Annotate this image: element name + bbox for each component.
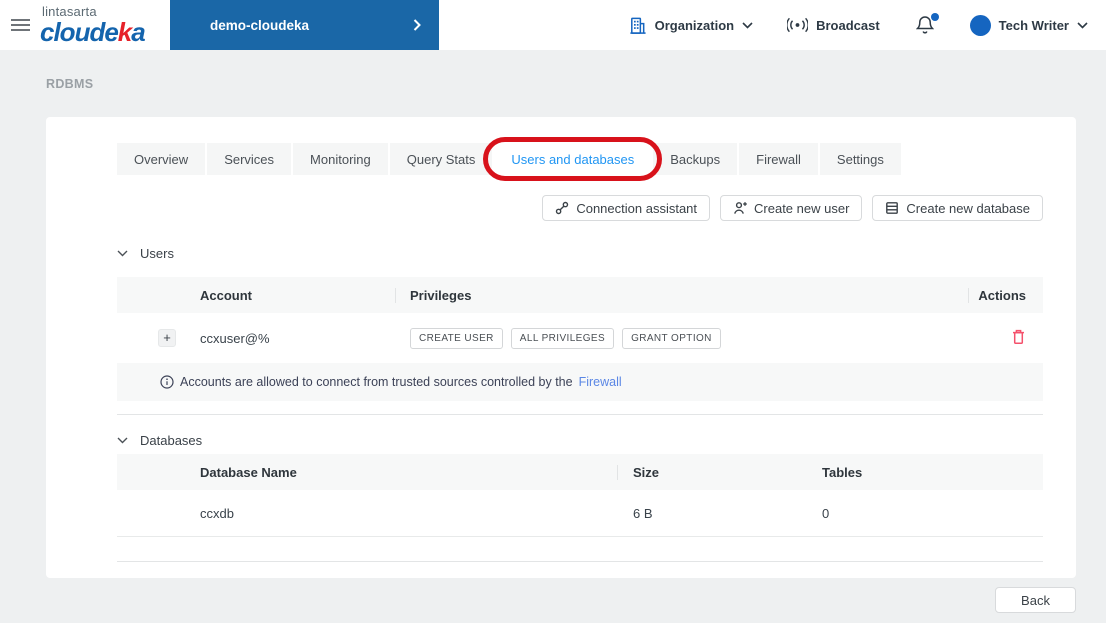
back-button[interactable]: Back: [995, 587, 1076, 613]
organization-icon: [630, 17, 646, 34]
broadcast-button[interactable]: Broadcast: [787, 17, 880, 33]
privilege-chip: GRANT OPTION: [622, 327, 721, 349]
users-section-title: Users: [140, 245, 174, 261]
user-plus-icon: [734, 202, 747, 214]
tab-users-and-databases[interactable]: Users and databases: [494, 143, 652, 175]
rdbms-page: lintasarta cloudeka demo-cloudeka Organi…: [0, 0, 1106, 623]
column-size: Size: [617, 465, 810, 480]
chevron-down-icon: [742, 21, 753, 29]
firewall-note: Accounts are allowed to connect from tru…: [117, 363, 1043, 401]
databases-table-header: Database Name Size Tables: [117, 454, 1043, 490]
notifications-button[interactable]: [914, 13, 939, 36]
connection-assistant-button[interactable]: Connection assistant: [542, 195, 711, 221]
tab-users-and-databases-wrap: Users and databases: [483, 137, 663, 181]
expand-row-button[interactable]: +: [158, 329, 176, 347]
privilege-chip: ALL PRIVILEGES: [510, 327, 615, 349]
users-section-toggle[interactable]: Users: [117, 245, 1043, 261]
hamburger-icon: [10, 19, 30, 31]
tab-monitoring[interactable]: Monitoring: [293, 143, 388, 175]
tab-services[interactable]: Services: [207, 143, 292, 175]
database-row: ccxdb 6 B 0: [117, 490, 1043, 537]
trash-icon: [1013, 329, 1024, 344]
tab-bar: Overview Services Monitoring Query Stats…: [117, 137, 1043, 181]
brand-logo[interactable]: lintasarta cloudeka: [40, 0, 170, 50]
broadcast-icon: [787, 17, 809, 33]
top-bar-right: Organization Broadcast Tech Writer: [439, 0, 1106, 50]
tab-overview[interactable]: Overview: [117, 143, 206, 175]
chevron-right-icon: [413, 19, 421, 31]
database-size-value: 6 B: [633, 505, 653, 521]
privilege-chip: CREATE USER: [410, 327, 503, 349]
tab-settings[interactable]: Settings: [819, 143, 901, 175]
organization-label: Organization: [654, 17, 735, 33]
bottom-divider: [117, 561, 1043, 562]
database-icon: [886, 202, 899, 214]
privilege-chips: CREATE USER ALL PRIVILEGES GRANT OPTION: [410, 327, 968, 349]
tab-query-stats[interactable]: Query Stats: [389, 143, 493, 175]
project-selector[interactable]: demo-cloudeka: [170, 0, 439, 50]
column-privileges: Privileges: [395, 288, 968, 303]
chevron-down-icon: [1077, 21, 1088, 29]
project-name: demo-cloudeka: [210, 17, 310, 33]
user-row: + ccxuser@% CREATE USER ALL PRIVILEGES G…: [117, 313, 1043, 363]
databases-table: Database Name Size Tables ccxdb 6 B 0: [117, 454, 1043, 537]
account-value: ccxuser@%: [200, 330, 270, 346]
chevron-down-icon: [117, 250, 128, 256]
info-icon: [160, 375, 174, 389]
create-new-database-button[interactable]: Create new database: [872, 195, 1043, 221]
user-menu[interactable]: Tech Writer: [969, 14, 1088, 36]
hamburger-menu-button[interactable]: [0, 0, 40, 50]
rdbms-detail-card: Overview Services Monitoring Query Stats…: [46, 117, 1076, 578]
note-text: Accounts are allowed to connect from tru…: [180, 375, 573, 389]
notification-dot: [930, 13, 939, 21]
column-tables: Tables: [822, 464, 863, 480]
firewall-link[interactable]: Firewall: [579, 375, 622, 389]
databases-section-title: Databases: [140, 432, 203, 448]
tab-firewall[interactable]: Firewall: [739, 143, 818, 175]
database-name-value: ccxdb: [200, 505, 234, 521]
column-database-name: Database Name: [200, 464, 297, 480]
avatar: [969, 14, 991, 36]
breadcrumb: RDBMS: [46, 77, 94, 91]
actions-toolbar: Connection assistant Create new user Cre…: [117, 195, 1043, 221]
footer-actions: Back: [0, 587, 1076, 613]
delete-user-button[interactable]: [1011, 329, 1026, 345]
section-divider: [117, 414, 1043, 415]
create-new-user-button[interactable]: Create new user: [720, 195, 863, 221]
chevron-down-icon: [117, 437, 128, 443]
users-table: Account Privileges Actions + ccxuser@% C…: [117, 277, 1043, 401]
broadcast-label: Broadcast: [816, 17, 880, 33]
user-name-label: Tech Writer: [998, 17, 1069, 33]
tab-backups[interactable]: Backups: [653, 143, 738, 175]
brand-cloudeka: cloudeka: [40, 17, 146, 47]
database-tables-value: 0: [822, 505, 830, 521]
column-actions: Actions: [968, 288, 1043, 303]
users-table-header: Account Privileges Actions: [117, 277, 1043, 313]
organization-menu[interactable]: Organization: [628, 16, 753, 35]
column-account: Account: [200, 287, 252, 303]
top-bar: lintasarta cloudeka demo-cloudeka Organi…: [0, 0, 1106, 50]
databases-section-toggle[interactable]: Databases: [117, 432, 1043, 448]
connection-icon: [556, 201, 569, 215]
